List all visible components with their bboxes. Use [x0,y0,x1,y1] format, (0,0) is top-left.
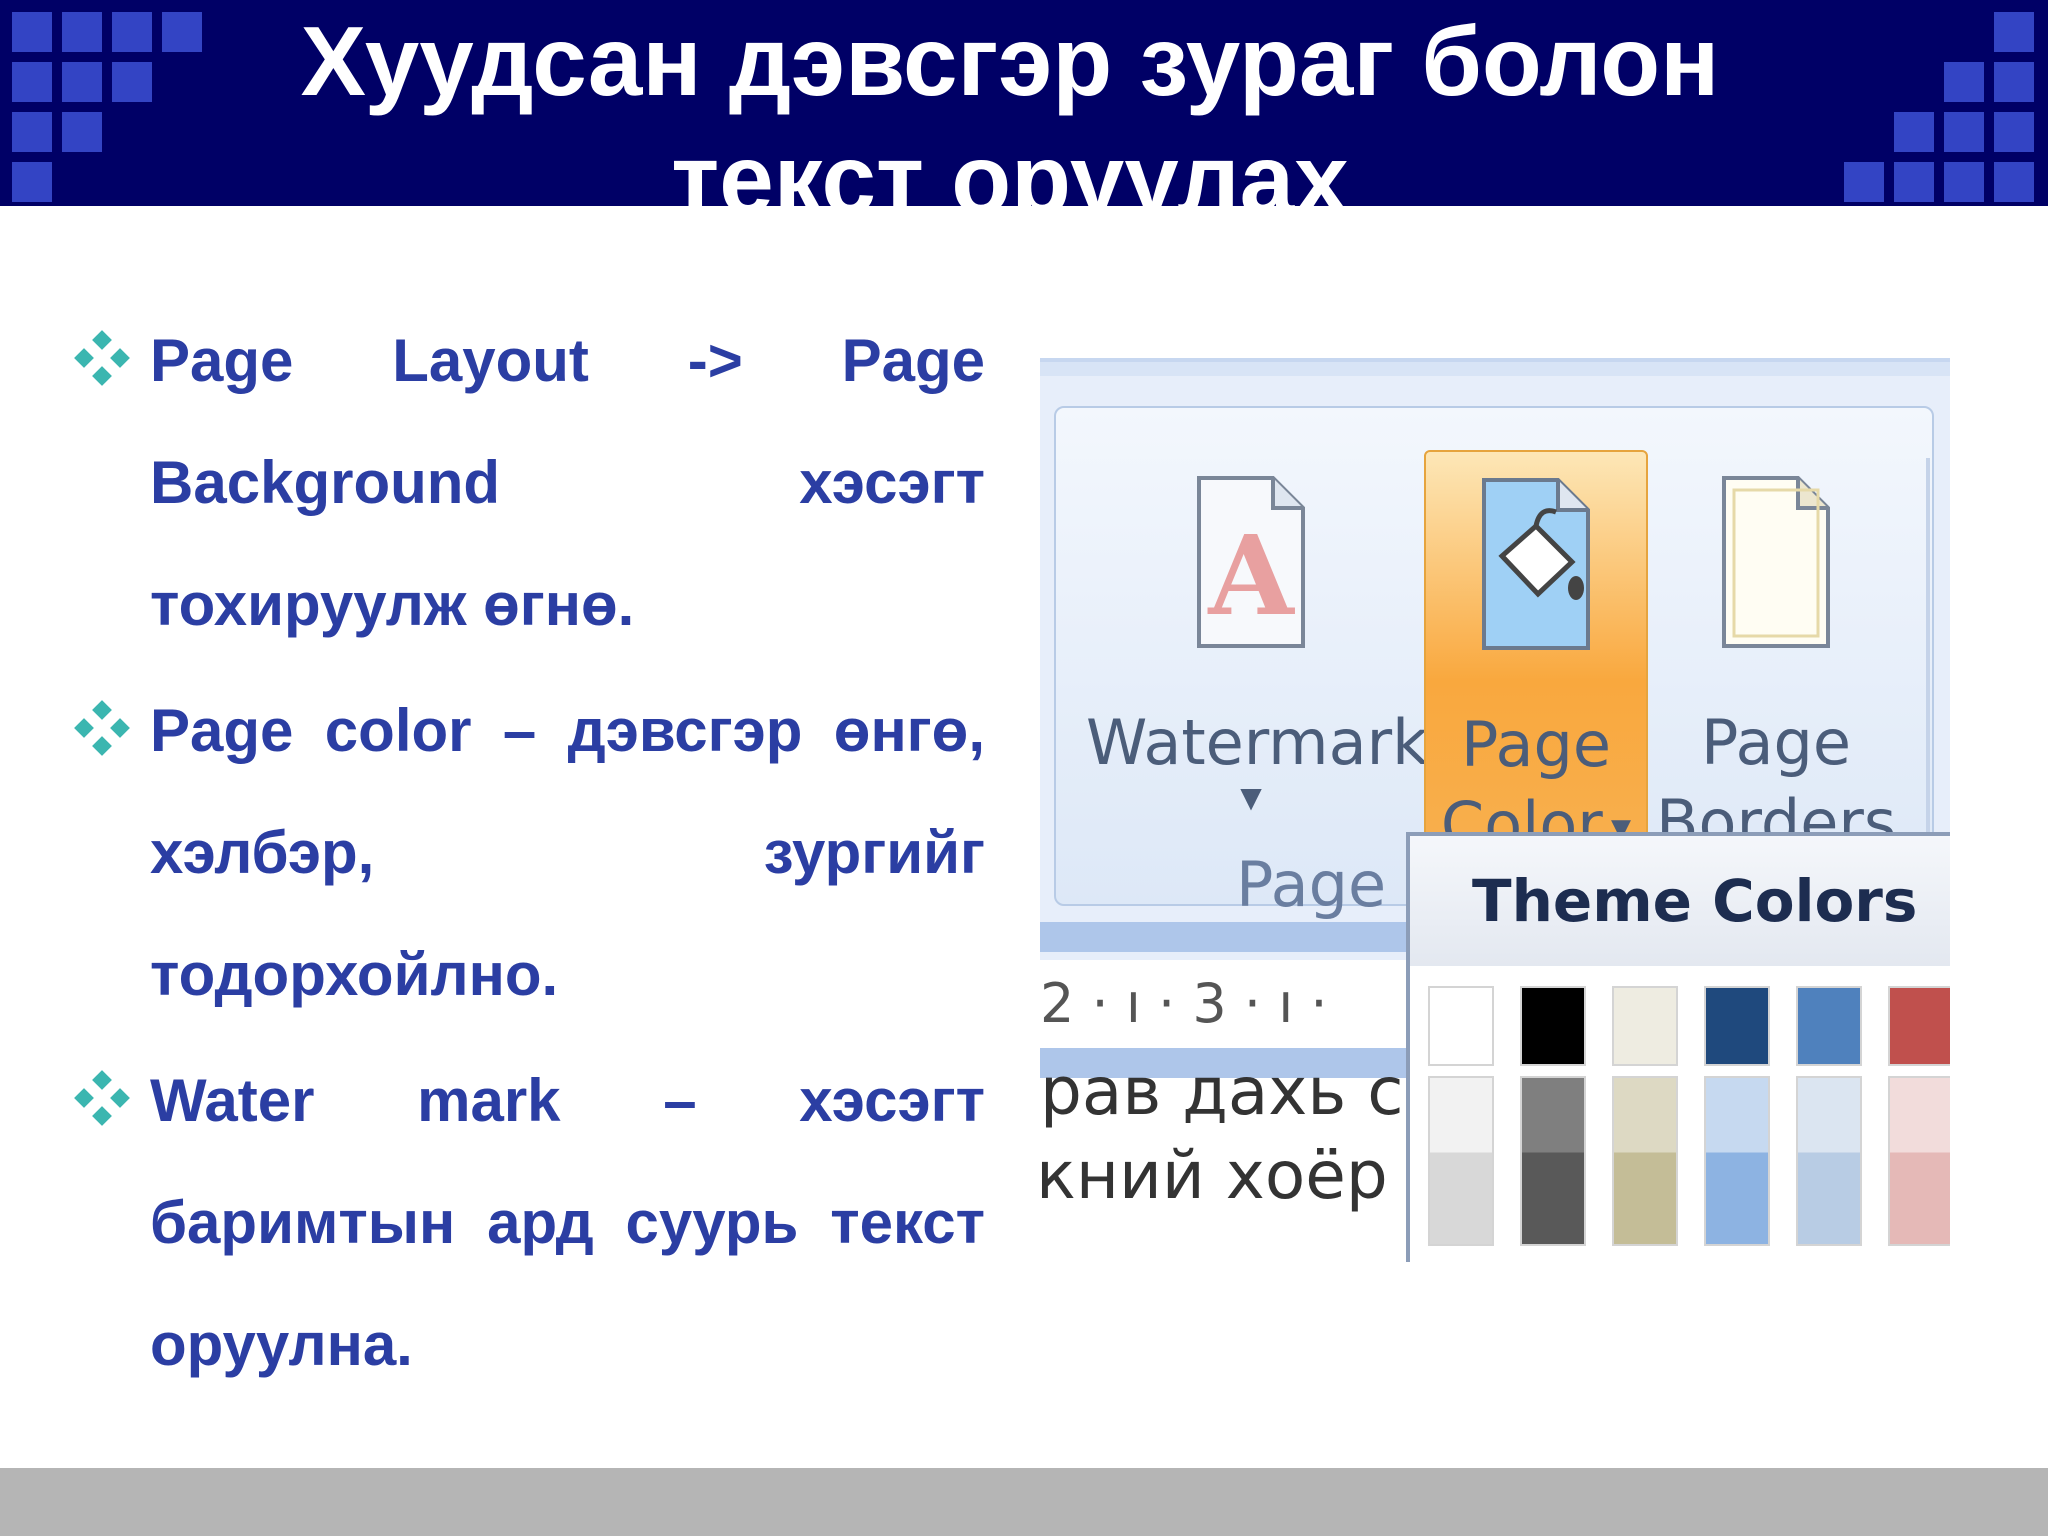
document-line-2: кний хоёр е [1040,1137,1450,1214]
decor-square [62,12,102,52]
color-swatch[interactable] [1428,986,1494,1066]
diamond-bullet-icon [74,1070,130,1126]
page-color-dropdown: Theme Colors [1406,832,1950,1262]
footer-bar [0,1468,2048,1536]
title-banner: Хуудсан дэвсгэр зураг болон текст оруула… [0,0,2048,206]
decor-square [12,112,52,152]
theme-colors-heading: Theme Colors [1410,836,1950,966]
decor-square [1994,62,2034,102]
watermark-button[interactable]: A Watermark ▼ [1086,450,1428,870]
watermark-label: Watermark [1086,706,1428,779]
theme-color-row [1428,986,1950,1066]
color-swatch[interactable] [1796,986,1862,1066]
color-swatch-shade[interactable] [1520,1076,1586,1246]
color-swatch-shade[interactable] [1888,1076,1950,1246]
decor-square [1994,12,2034,52]
bullet-item: Page color – дэвсгэр өнгө, хэлбэр, зурги… [70,670,985,1036]
theme-color-shades [1428,1076,1950,1246]
document-line-1: рав дахь с [1040,1053,1404,1130]
decor-square [1894,162,1934,202]
ribbon-screenshot: A Watermark ▼ Page Color ▼ Page Borders … [1040,358,1950,1262]
decor-square [1994,112,2034,152]
color-swatch-shade[interactable] [1428,1076,1494,1246]
decor-square [12,162,52,202]
page-borders-label-1: Page [1700,706,1852,779]
ribbon-top-strip [1040,362,1950,376]
color-swatch[interactable] [1704,986,1770,1066]
color-swatch[interactable] [1520,986,1586,1066]
slide-title-line-1: Хуудсан дэвсгэр зураг болон [300,6,1720,116]
decor-square [1944,62,1984,102]
color-swatch[interactable] [1888,986,1950,1066]
decor-square [1994,162,2034,202]
bullet-text: Page Layout -> Page Background хэсэгт то… [150,327,985,638]
page-color-label-1: Page [1460,708,1612,781]
color-swatch-shade[interactable] [1612,1076,1678,1246]
watermark-icon: A [1197,476,1305,648]
bullet-item: Water mark – хэсэгт баримтын ард суурь т… [70,1040,985,1406]
decor-square [62,62,102,102]
decor-square [62,112,102,152]
page-borders-icon [1722,476,1830,648]
bullet-text: Water mark – хэсэгт баримтын ард суурь т… [150,1067,985,1378]
diamond-bullet-icon [74,330,130,386]
decor-square [112,62,152,102]
slide-title-line-2: текст оруулах [671,124,1349,206]
color-swatch-shade[interactable] [1796,1076,1862,1246]
svg-text:A: A [1207,511,1295,640]
decor-square [1844,162,1884,202]
page-background-group: A Watermark ▼ Page Color ▼ Page Borders … [1054,406,1934,921]
decor-square [1944,162,1984,202]
decor-square [1894,112,1934,152]
page-borders-button[interactable]: Page Borders [1656,450,1896,870]
decor-square [12,12,52,52]
bullet-item: Page Layout -> Page Background хэсэгт то… [70,300,985,666]
decor-square [1944,112,1984,152]
page-color-button[interactable]: Page Color ▼ [1424,450,1648,870]
color-swatch-shade[interactable] [1704,1076,1770,1246]
ribbon-separator [1926,458,1930,878]
decor-square [12,62,52,102]
paint-bucket-icon [1482,478,1590,650]
bullet-text: Page color – дэвсгэр өнгө, хэлбэр, зурги… [150,697,985,1008]
color-swatch[interactable] [1612,986,1678,1066]
decor-square [112,12,152,52]
bullet-list: Page Layout -> Page Background хэсэгт то… [70,300,985,1410]
slide-title: Хуудсан дэвсгэр зураг болон текст оруула… [170,0,1850,206]
diamond-bullet-icon [74,700,130,756]
dropdown-arrow-icon: ▼ [1240,781,1262,814]
